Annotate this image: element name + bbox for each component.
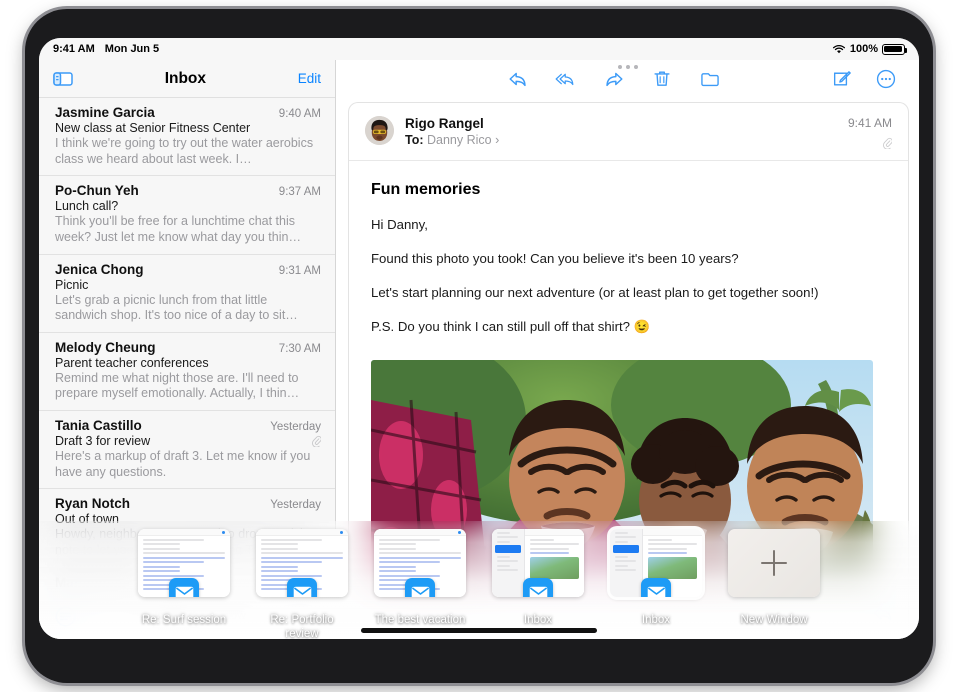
ipad-device-frame: 9:41 AM Mon Jun 5 100% [25, 9, 933, 683]
message-toolbar-actions [447, 68, 721, 90]
mail-sender: Ryan Notch [55, 496, 270, 511]
battery-icon [882, 44, 905, 55]
folder-icon[interactable] [699, 68, 721, 90]
mail-sender: Po-Chun Yeh [55, 183, 279, 198]
app-switcher-item[interactable]: Re: Portfolio review [254, 529, 350, 639]
status-date: Mon Jun 5 [105, 43, 159, 55]
more-circle-icon[interactable] [875, 68, 897, 90]
message-meta: 9:41 AM [848, 116, 892, 149]
app-switcher-item[interactable]: Inbox [608, 529, 704, 628]
mail-app-icon [293, 586, 312, 597]
app-switcher-item[interactable]: Re: Surf session [136, 529, 232, 628]
mail-list-item[interactable]: Jasmine Garcia9:40 AMNew class at Senior… [39, 98, 335, 176]
mail-sender: Jenica Chong [55, 262, 279, 277]
app-window-label: Re: Surf session [142, 614, 226, 628]
mail-app-icon [529, 586, 548, 597]
chevron-right-icon: › [495, 133, 499, 147]
mail-app-icon [287, 578, 317, 597]
mail-app-icon [647, 586, 666, 597]
memoji-avatar[interactable] [365, 116, 394, 145]
mail-preview: Remind me what night those are. I'll nee… [55, 371, 321, 402]
app-window-thumbnail[interactable] [138, 529, 230, 597]
compose-icon[interactable] [831, 68, 853, 90]
app-switcher-shelf: Re: Surf session Re: Portfolio review The … [39, 521, 919, 639]
mail-list-item[interactable]: Jenica Chong9:31 AMPicnicLet's grab a pi… [39, 255, 335, 333]
app-switcher-item[interactable]: The best vacation [372, 529, 468, 628]
mail-subject: Picnic [55, 278, 321, 292]
paperclip-icon [312, 435, 321, 447]
status-bar-left: 9:41 AM Mon Jun 5 [39, 43, 159, 55]
message-header: Rigo Rangel To: Danny Rico › 9:41 AM [349, 103, 908, 161]
mail-list-item[interactable]: Po-Chun Yeh9:37 AMLunch call?Think you'l… [39, 176, 335, 254]
mail-list-navbar: Inbox Edit [39, 60, 335, 98]
to-label: To: [405, 133, 424, 147]
mail-app-icon [169, 578, 199, 597]
message-paragraph-2: Found this photo you took! Can you belie… [371, 250, 886, 267]
message-to[interactable]: To: Danny Rico › [405, 133, 848, 147]
app-window-thumbnail[interactable] [374, 529, 466, 597]
mail-subject: New class at Senior Fitness Center [55, 121, 321, 135]
mail-preview: Here's a markup of draft 3. Let me know … [55, 449, 321, 480]
wifi-icon [832, 44, 846, 55]
paperclip-icon [883, 137, 892, 149]
mail-list-title: Inbox [73, 70, 298, 88]
home-indicator[interactable] [361, 628, 597, 633]
mail-list-item[interactable]: Tania CastilloYesterdayDraft 3 for revie… [39, 411, 335, 489]
message-subject: Fun memories [371, 181, 886, 199]
mail-subject: Draft 3 for review [55, 434, 312, 448]
forward-icon[interactable] [603, 68, 625, 90]
mail-time: Yesterday [270, 499, 321, 511]
mail-sender: Jasmine Garcia [55, 105, 279, 120]
message-sender-block: Rigo Rangel To: Danny Rico › [405, 116, 848, 149]
plus-icon [761, 550, 787, 576]
mail-app-icon [523, 578, 553, 597]
status-time: 9:41 AM [53, 43, 95, 55]
mail-time: 9:37 AM [279, 186, 321, 198]
app-switcher-item[interactable]: Inbox [490, 529, 586, 628]
app-window-label: The best vacation [375, 614, 466, 628]
mail-app-icon [411, 586, 430, 597]
status-bar-right: 100% [832, 43, 919, 55]
app-window-thumbnail[interactable] [256, 529, 348, 597]
mail-app-icon [405, 578, 435, 597]
message-paragraph-3: Let's start planning our next adventure … [371, 284, 886, 301]
mail-time: 9:31 AM [279, 265, 321, 277]
app-window-thumbnail[interactable] [728, 529, 820, 597]
reply-icon[interactable] [507, 68, 529, 90]
app-window-label: Inbox [642, 614, 670, 628]
sidebar-toggle-icon[interactable] [53, 71, 73, 87]
app-window-thumbnail[interactable] [492, 529, 584, 597]
mail-time: Yesterday [270, 421, 321, 433]
to-value: Danny Rico [427, 133, 492, 147]
battery-percent: 100% [850, 43, 878, 55]
app-window-thumbnail[interactable] [610, 529, 702, 597]
ipad-screen: 9:41 AM Mon Jun 5 100% [39, 38, 919, 639]
message-toolbar-right [831, 68, 897, 90]
message-paragraph-4: P.S. Do you think I can still pull off t… [371, 318, 886, 335]
message-paragraph-1: Hi Danny, [371, 216, 886, 233]
mail-app-icon [641, 578, 671, 597]
app-window-label: New Window [740, 614, 807, 628]
mail-subject: Parent teacher conferences [55, 356, 321, 370]
app-window-label: Inbox [524, 614, 552, 628]
message-toolbar [336, 60, 919, 98]
trash-icon[interactable] [651, 68, 673, 90]
mail-list-item[interactable]: Melody Cheung7:30 AMParent teacher confe… [39, 333, 335, 411]
mail-sender: Melody Cheung [55, 340, 279, 355]
reply-all-icon[interactable] [555, 68, 577, 90]
mail-preview: Let's grab a picnic lunch from that litt… [55, 293, 321, 324]
edit-button[interactable]: Edit [298, 71, 321, 86]
mail-app-icon [175, 586, 194, 597]
app-switcher-item[interactable]: New Window [726, 529, 822, 628]
mail-time: 7:30 AM [279, 343, 321, 355]
message-from: Rigo Rangel [405, 116, 848, 131]
app-window-label: Re: Portfolio review [254, 614, 350, 639]
mail-preview: I think we're going to try out the water… [55, 136, 321, 167]
mail-sender: Tania Castillo [55, 418, 270, 433]
mail-preview: Think you'll be free for a lunchtime cha… [55, 214, 321, 245]
mail-subject: Lunch call? [55, 199, 321, 213]
mail-time: 9:40 AM [279, 108, 321, 120]
status-bar: 9:41 AM Mon Jun 5 100% [39, 38, 919, 60]
message-timestamp: 9:41 AM [848, 116, 892, 130]
